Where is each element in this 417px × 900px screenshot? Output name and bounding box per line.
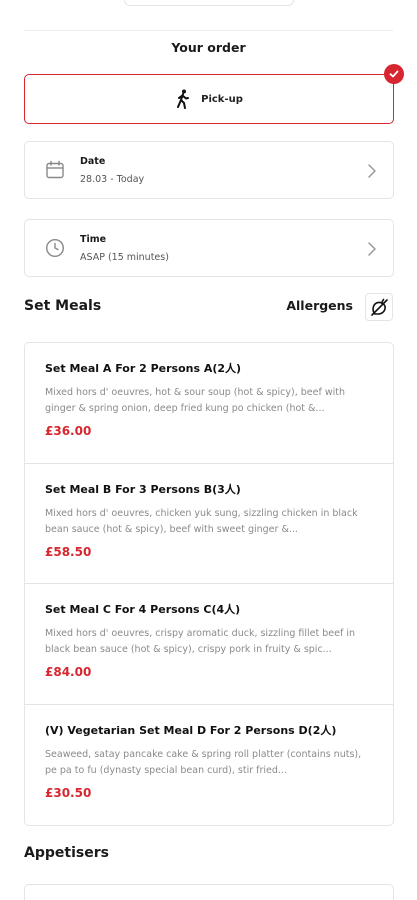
menu-item-description: Seaweed, satay pancake cake & spring rol… (45, 748, 362, 776)
menu-item[interactable]: Set Meal B For 3 Persons B(3人) Mixed hor… (25, 464, 393, 584)
calendar-icon (46, 160, 64, 179)
menu-item[interactable]: Set Meal A For 2 Persons A(2人) Mixed hor… (25, 343, 393, 464)
top-tab-stub (124, 0, 294, 6)
set-meals-heading: Set Meals (24, 298, 102, 314)
order-title: Your order (171, 40, 246, 55)
menu-item-description: Mixed hors d' oeuvres, chicken yuk sung,… (45, 507, 358, 535)
checkmark-icon (384, 64, 404, 84)
menu-item[interactable]: (V) Vegetarian Set Meal D For 2 Persons … (25, 705, 393, 826)
appetisers-heading: Appetisers (24, 845, 109, 861)
appetisers-list (24, 884, 394, 900)
walking-person-icon (177, 89, 190, 109)
menu-item[interactable]: Set Meal C For 4 Persons C(4人) Mixed hor… (25, 584, 393, 705)
menu-item-price: £58.50 (45, 544, 92, 559)
chevron-right-icon (368, 242, 376, 256)
menu-item-name: Set Meal C For 4 Persons C(4人) (45, 603, 241, 616)
menu-item-price: £84.00 (45, 665, 92, 679)
pickup-label: Pick-up (201, 93, 243, 105)
time-title: Time (80, 234, 107, 245)
allergens-label[interactable]: Allergens (286, 298, 353, 313)
menu-item-price: £30.50 (45, 785, 92, 800)
menu-item-description: Mixed hors d' oeuvres, hot & sour soup (… (45, 387, 345, 414)
allergens-button[interactable] (365, 293, 393, 321)
pickup-option[interactable]: Pick-up (24, 64, 404, 124)
time-selector[interactable]: Time ASAP (15 minutes) (24, 219, 394, 277)
chevron-right-icon (368, 164, 376, 178)
menu-item-description: Mixed hors d' oeuvres, crispy aromatic d… (45, 628, 355, 655)
menu-item-price: £36.00 (45, 424, 92, 438)
set-meals-list: Set Meal A For 2 Persons A(2人) Mixed hor… (24, 342, 394, 826)
date-selector[interactable]: Date 28.03 - Today (24, 141, 394, 199)
date-title: Date (80, 156, 106, 167)
time-value: ASAP (15 minutes) (80, 252, 169, 263)
menu-item-name: Set Meal B For 3 Persons B(3人) (45, 482, 241, 496)
divider (24, 30, 393, 31)
date-value: 28.03 - Today (80, 174, 145, 185)
allergens-icon (371, 298, 388, 316)
menu-item-name: (V) Vegetarian Set Meal D For 2 Persons … (45, 723, 337, 737)
menu-item-name: Set Meal A For 2 Persons A(2人) (45, 362, 242, 375)
clock-icon (45, 238, 65, 258)
